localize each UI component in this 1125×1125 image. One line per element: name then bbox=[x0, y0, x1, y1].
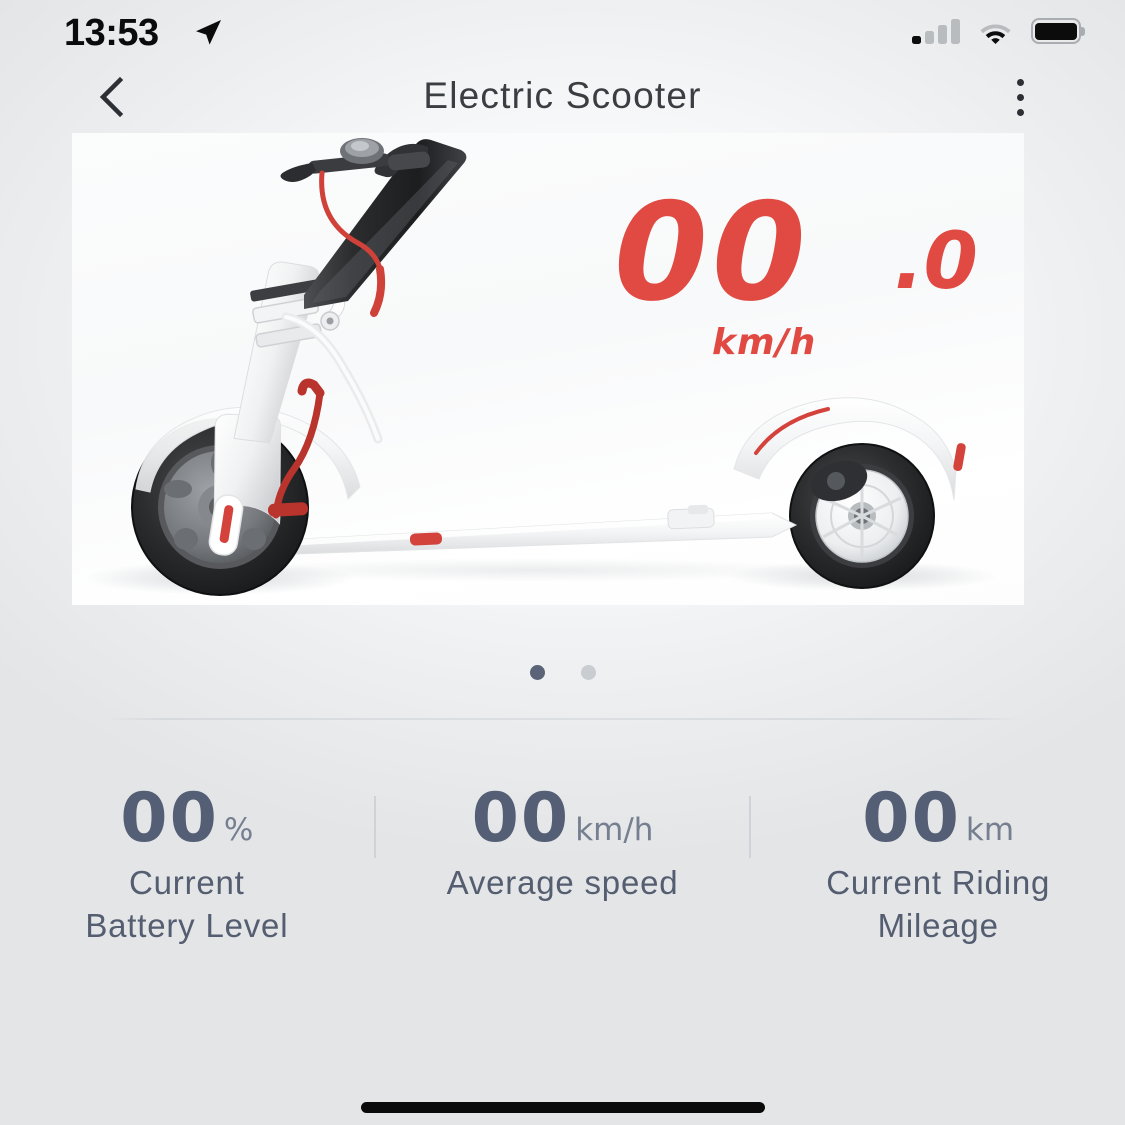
riding-mileage-unit: km bbox=[965, 811, 1015, 848]
battery-full-icon bbox=[1031, 18, 1085, 44]
average-speed-label-line1: Average speed bbox=[446, 863, 679, 901]
status-bar-indicators bbox=[912, 14, 1085, 48]
average-speed-unit: km/h bbox=[575, 811, 654, 848]
battery-level-label-line1: Current bbox=[129, 863, 245, 901]
battery-level-label: Current Battery Level bbox=[85, 861, 288, 948]
cellular-signal-icon bbox=[912, 18, 960, 44]
riding-mileage-label: Current Riding Mileage bbox=[826, 861, 1050, 948]
stat-average-speed[interactable]: 00 km/h Average speed bbox=[376, 779, 750, 905]
home-indicator[interactable] bbox=[360, 1102, 765, 1113]
stat-value-group: 00 km/h bbox=[471, 779, 654, 858]
riding-mileage-label-line1: Current Riding bbox=[826, 863, 1051, 901]
page-title: Electric Scooter bbox=[423, 75, 702, 116]
status-bar: 13:53 bbox=[0, 0, 1125, 62]
wifi-icon bbox=[980, 24, 1011, 44]
scooter-image-card[interactable] bbox=[72, 133, 1024, 605]
carousel-dot-1[interactable] bbox=[529, 665, 545, 680]
stat-riding-mileage[interactable]: 00 km Current Riding Mileage bbox=[751, 779, 1125, 948]
carousel-page-indicator bbox=[0, 665, 1125, 680]
more-options-button[interactable] bbox=[995, 72, 1045, 122]
stats-row: 00 % Current Battery Level 00 km/h Avera… bbox=[0, 779, 1125, 944]
electric-scooter-illustration bbox=[85, 138, 997, 596]
carousel-dot-2[interactable] bbox=[580, 665, 596, 680]
location-arrow-icon bbox=[196, 20, 221, 45]
nav-bar: Electric Scooter bbox=[0, 62, 1125, 130]
battery-level-label-line2: Battery Level bbox=[85, 907, 289, 945]
battery-level-unit: % bbox=[223, 811, 254, 848]
more-vertical-icon-dot bbox=[1016, 108, 1024, 116]
stat-value-group: 00 % bbox=[120, 779, 254, 858]
riding-mileage-label-line2: Mileage bbox=[877, 907, 999, 945]
status-bar-time: 13:53 bbox=[64, 12, 159, 54]
more-vertical-icon-dot bbox=[1016, 93, 1024, 101]
stat-battery-level[interactable]: 00 % Current Battery Level bbox=[0, 779, 374, 948]
average-speed-value: 00 bbox=[471, 779, 571, 858]
section-divider bbox=[105, 718, 1020, 720]
more-vertical-icon-dot bbox=[1016, 78, 1024, 86]
average-speed-label: Average speed bbox=[447, 861, 679, 905]
app-screen: 13:53 Electric Scooter 00 .0 km/h 00 % C… bbox=[0, 0, 1125, 1125]
battery-level-value: 00 bbox=[120, 779, 219, 858]
riding-mileage-value: 00 bbox=[862, 779, 961, 858]
stat-value-group: 00 km bbox=[862, 779, 1015, 858]
